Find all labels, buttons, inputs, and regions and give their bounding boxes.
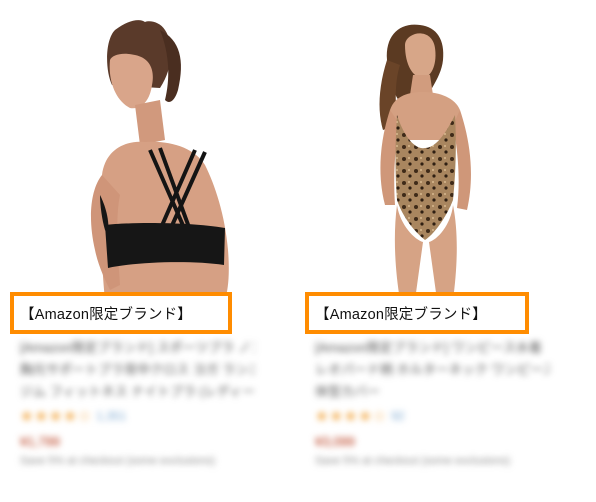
product-card[interactable]: 【Amazon限定ブランド】 [Amazon限定ブランド] スポーツブラ ノンワ… <box>10 0 255 502</box>
product-image[interactable] <box>305 0 545 300</box>
product-card[interactable]: 【Amazon限定ブランド】 [Amazon限定ブランド] ワンピース水着 レオ… <box>305 0 550 502</box>
shipping-note: Save 5% at checkout (some exclusions) <box>315 455 511 467</box>
title-line: 胸元サポートブラ背中クロス ヨガ ランニング <box>20 362 255 377</box>
rating-row[interactable]: ★★★★☆ 1,351 <box>20 407 126 425</box>
sports-bra-image <box>10 0 250 300</box>
rating-row[interactable]: ★★★★☆ 92 <box>315 407 405 425</box>
star-rating-icon: ★★★★☆ <box>20 408 93 425</box>
price: ¥1,799 <box>20 434 60 449</box>
price: ¥3,099 <box>315 434 355 449</box>
product-title[interactable]: [Amazon限定ブランド] スポーツブラ ノンワイヤー 胸元サポートブラ背中ク… <box>20 337 255 403</box>
title-line: ジム フィットネス ナイトブラ (レディース) <box>20 384 255 399</box>
amazon-brand-badge: 【Amazon限定ブランド】 <box>305 292 529 334</box>
shipping-note: Save 5% at checkout (some exclusions) <box>20 455 216 467</box>
product-image[interactable] <box>10 0 250 300</box>
amazon-brand-badge: 【Amazon限定ブランド】 <box>10 292 232 334</box>
leopard-swimsuit-image <box>305 0 545 300</box>
review-count[interactable]: 1,351 <box>96 409 126 423</box>
title-line: 体型カバー <box>315 384 381 399</box>
review-count[interactable]: 92 <box>391 409 404 423</box>
title-line: レオパード柄 ホルターネック ワンピース水着 <box>315 362 550 377</box>
title-line: [Amazon限定ブランド] スポーツブラ ノンワイヤー <box>20 340 255 355</box>
product-title[interactable]: [Amazon限定ブランド] ワンピース水着 レオパード柄 ホルターネック ワン… <box>315 337 550 403</box>
star-rating-icon: ★★★★☆ <box>315 408 388 425</box>
title-line: [Amazon限定ブランド] ワンピース水着 <box>315 340 542 355</box>
